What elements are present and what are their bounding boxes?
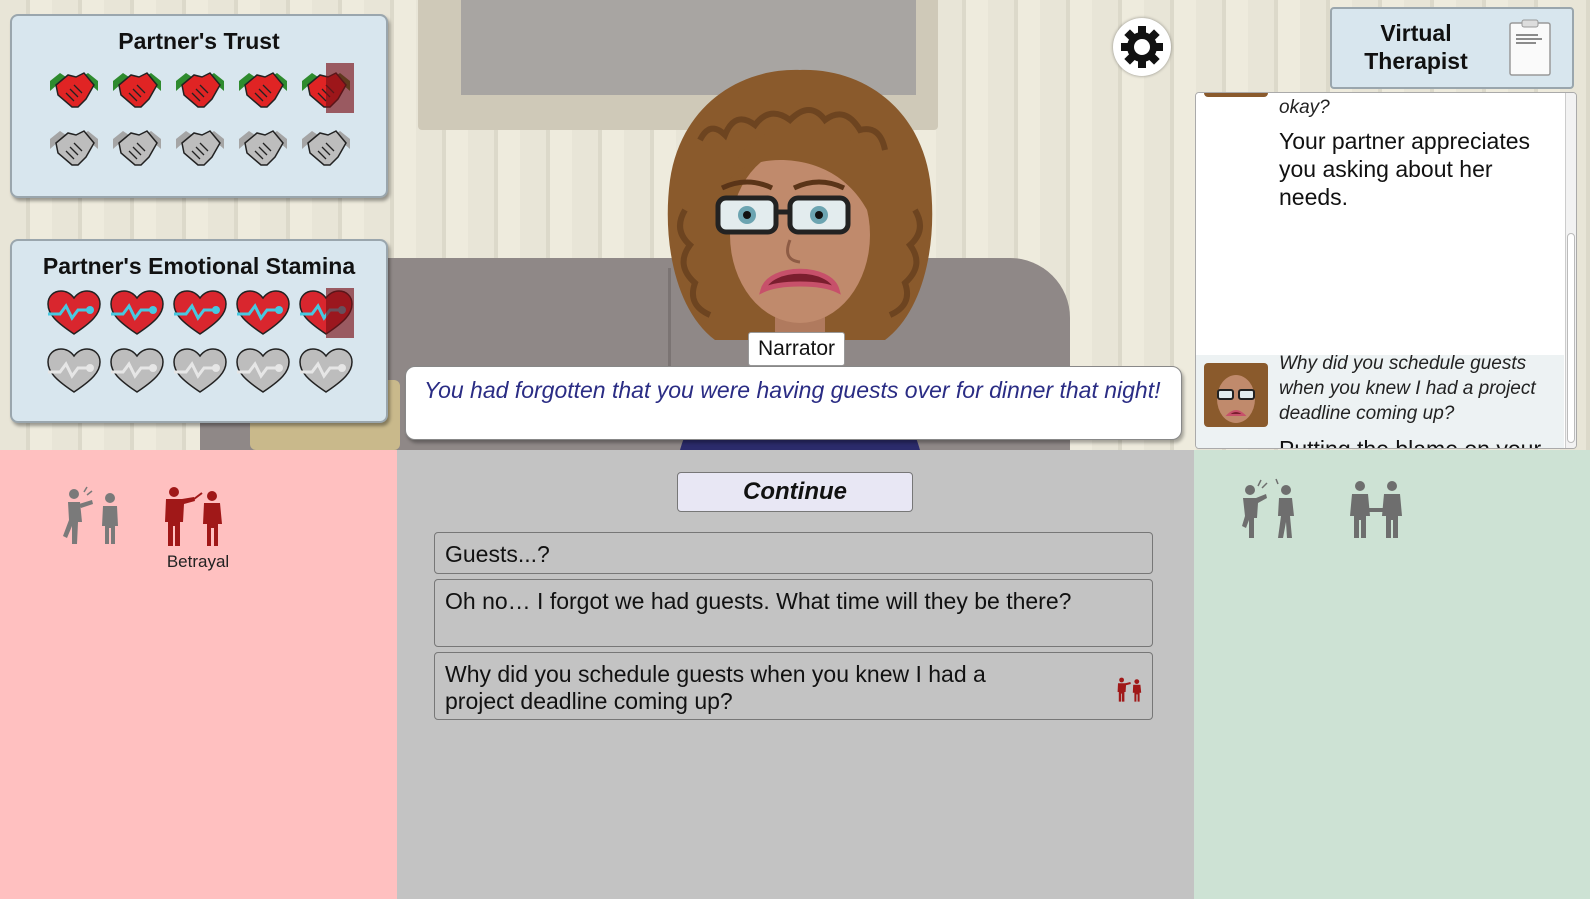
log-scrollbar[interactable] <box>1565 93 1576 448</box>
heartbeat-icon <box>110 348 164 393</box>
positive-behaviors-panel <box>1194 450 1590 899</box>
gear-icon <box>1121 26 1163 68</box>
trust-title: Partner's Trust <box>118 28 280 54</box>
choice-button[interactable]: Oh no… I forgot we had guests. What time… <box>434 579 1153 647</box>
log-scroll-thumb[interactable] <box>1567 233 1575 443</box>
stabbing-figures-icon <box>165 487 222 546</box>
handshake-icon <box>113 130 161 166</box>
trust-capacity-row <box>46 121 386 171</box>
stamina-title: Partner's Emotional Stamina <box>42 253 356 279</box>
speaker-name-tag: Narrator <box>748 332 846 366</box>
heartbeat-icon <box>299 348 353 393</box>
settings-button[interactable] <box>1113 18 1171 76</box>
handshake-icon <box>176 130 224 166</box>
partner-avatar <box>1204 93 1268 97</box>
stamina-filled-row <box>46 288 386 338</box>
handshake-icon <box>50 130 98 166</box>
stamina-capacity-row <box>46 346 386 396</box>
trust-filled-row <box>46 63 386 113</box>
partner-avatar <box>1204 363 1268 427</box>
log-entry: Why did you schedule guests when you kne… <box>1196 353 1564 449</box>
heartbeat-icon <box>110 290 164 335</box>
handshake-icon <box>302 130 350 166</box>
stamina-panel: Partner's Emotional Stamina <box>10 239 388 423</box>
log-quote: okay? <box>1279 97 1330 118</box>
heartbeat-icon <box>173 348 227 393</box>
handshake-icon <box>50 72 98 108</box>
log-entry: okay? Your partner appreciates you askin… <box>1196 93 1564 353</box>
therapist-feedback-log[interactable]: okay? Your partner appreciates you askin… <box>1195 92 1577 449</box>
choice-button[interactable]: Why did you schedule guests when you kne… <box>434 652 1153 720</box>
reaching-figures-icon <box>1242 478 1294 538</box>
dialogue-choices-panel: Continue Guests...? Oh no… I forgot we h… <box>397 450 1194 899</box>
heartbeat-icon <box>236 348 290 393</box>
log-feedback: Your partner appreciates you asking abou… <box>1279 128 1531 210</box>
heartbeat-icon <box>47 290 101 335</box>
clipboard-icon <box>1509 19 1551 76</box>
trust-panel: Partner's Trust <box>10 14 388 198</box>
betrayal-label: Betrayal <box>166 552 230 571</box>
handshake-icon <box>239 130 287 166</box>
choice-button[interactable]: Guests...? <box>434 532 1153 574</box>
betrayal-icon <box>1117 677 1142 702</box>
choice-text: Guests...? <box>445 541 550 567</box>
handshake-icon <box>113 72 161 108</box>
handshake-icon <box>176 72 224 108</box>
heartbeat-icon <box>47 348 101 393</box>
virtual-therapist-button[interactable]: Virtual Therapist <box>1330 7 1574 89</box>
log-quote: Why did you schedule guests when you kne… <box>1279 353 1536 424</box>
heartbeat-icon <box>236 290 290 335</box>
narration-text: You had forgotten that you were having g… <box>405 366 1182 440</box>
continue-button[interactable]: Continue <box>677 472 913 512</box>
handshake-icon <box>302 63 354 113</box>
virtual-therapist-label: Virtual Therapist <box>1364 20 1468 74</box>
heartbeat-icon <box>173 290 227 335</box>
handshake-icon <box>239 72 287 108</box>
heartbeat-icon <box>299 288 354 338</box>
yelling-figures-icon <box>63 486 118 544</box>
negative-behaviors-panel: Betrayal <box>0 450 397 899</box>
choice-text: Oh no… I forgot we had guests. What time… <box>445 588 1072 614</box>
choice-text: Why did you schedule guests when you kne… <box>445 661 986 714</box>
log-feedback: Putting the blame on your partner will e… <box>1279 436 1542 449</box>
holding-hands-figures-icon <box>1350 481 1402 538</box>
